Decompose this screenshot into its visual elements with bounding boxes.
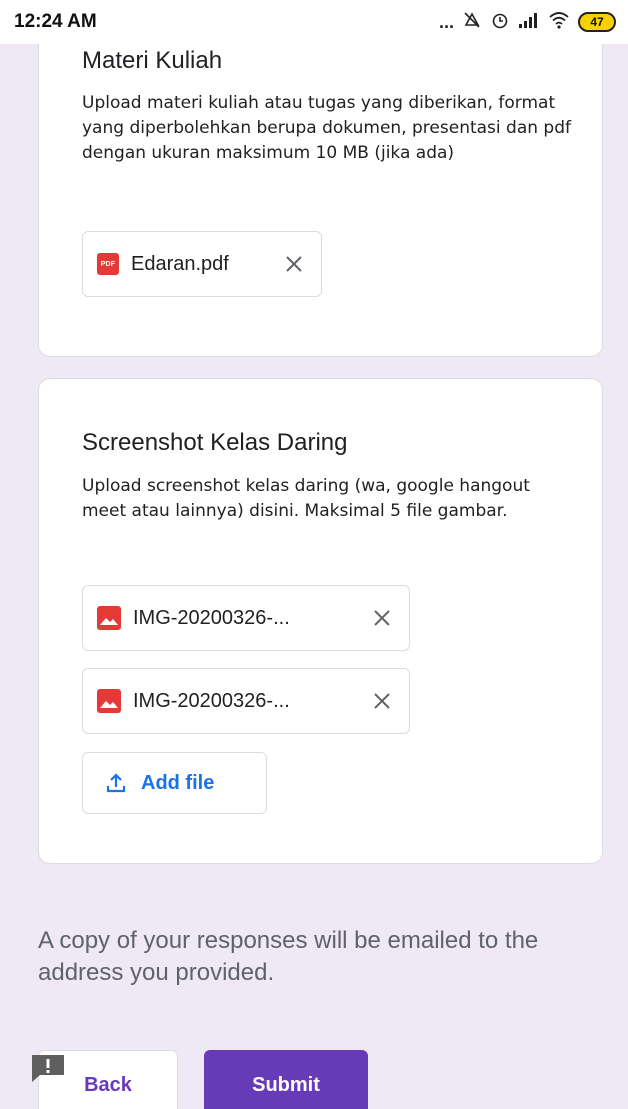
submit-button[interactable]: Submit [204,1050,368,1109]
pdf-icon: PDF [97,253,119,275]
uploaded-file-chip[interactable]: IMG-20200326-... [82,585,410,651]
question-description: Upload materi kuliah atau tugas yang dib… [82,93,571,163]
remove-file-icon[interactable] [369,688,395,714]
image-icon [97,606,121,630]
battery-icon: 47 [578,12,616,32]
add-file-label: Add file [141,771,215,794]
remove-file-icon[interactable] [281,251,307,277]
status-icons: ... 47 [439,10,616,35]
question-description: Upload screenshot kelas daring (wa, goog… [82,476,530,521]
file-name: IMG-20200326-... [133,606,290,629]
file-name: IMG-20200326-... [133,689,290,712]
wifi-icon [548,11,570,34]
signal-icon [518,11,540,34]
feedback-icon[interactable] [30,1053,66,1083]
response-copy-note: A copy of your responses will be emailed… [38,927,539,986]
question-card-screenshot-kelas-daring: Screenshot Kelas Daring Upload screensho… [38,378,603,864]
question-card-materi-kuliah: Materi Kuliah Upload materi kuliah atau … [38,0,603,357]
add-file-button[interactable]: Add file [82,752,267,814]
more-dots-icon: ... [438,11,454,32]
uploaded-file-chip[interactable]: IMG-20200326-... [82,668,410,734]
mute-icon [462,10,482,35]
uploaded-file-chip[interactable]: PDF Edaran.pdf [82,231,322,297]
remove-file-icon[interactable] [369,605,395,631]
question-title: Screenshot Kelas Daring [82,429,348,456]
image-icon [97,689,121,713]
question-title: Materi Kuliah [82,47,223,74]
status-time: 12:24 AM [14,11,97,32]
file-name: Edaran.pdf [131,252,229,275]
alarm-icon [490,10,510,35]
upload-icon [106,773,126,793]
status-bar: 12:24 AM ... 47 [0,0,628,44]
